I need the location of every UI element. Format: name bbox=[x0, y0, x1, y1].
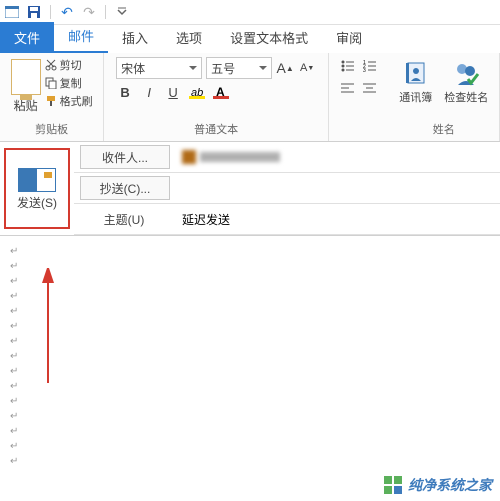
ribbon-tabs: 文件 邮件 插入 选项 设置文本格式 审阅 bbox=[0, 25, 500, 53]
send-label: 发送(S) bbox=[17, 196, 57, 210]
window-icon bbox=[4, 4, 20, 20]
watermark-text: 纯净系统之家 bbox=[408, 475, 492, 495]
cc-button[interactable]: 抄送(C)... bbox=[80, 176, 170, 200]
clipboard-icon bbox=[11, 59, 41, 95]
font-size-select[interactable]: 五号 bbox=[206, 57, 272, 79]
subject-field[interactable] bbox=[180, 208, 494, 230]
group-font: 宋体 五号 A▲ A▼ B I U ab A 普通文本 bbox=[104, 53, 329, 141]
underline-button[interactable]: U bbox=[164, 83, 182, 101]
numbering-button[interactable]: 123 bbox=[361, 57, 379, 75]
cc-field[interactable] bbox=[182, 177, 494, 199]
align-center-button[interactable] bbox=[361, 79, 379, 97]
shrink-font-icon[interactable]: A▼ bbox=[298, 59, 316, 77]
scissors-icon bbox=[45, 59, 57, 71]
bold-button[interactable]: B bbox=[116, 83, 134, 101]
undo-icon[interactable]: ↶ bbox=[59, 4, 75, 20]
group-paragraph-a: 123 bbox=[329, 53, 388, 141]
check-names-button[interactable]: 检查姓名 bbox=[442, 57, 490, 107]
svg-text:3: 3 bbox=[363, 68, 366, 72]
group-names-label: 姓名 bbox=[433, 119, 455, 137]
watermark: 纯净系统之家 bbox=[384, 475, 492, 495]
save-icon[interactable] bbox=[26, 4, 42, 20]
cut-button[interactable]: 剪切 bbox=[45, 57, 93, 73]
address-book-button[interactable]: 通讯簿 bbox=[397, 57, 434, 107]
customize-qat-icon[interactable] bbox=[114, 4, 130, 20]
message-body[interactable]: ↵ ↵ ↵ ↵ ↵ ↵ ↵ ↵ ↵ ↵ ↵ ↵ ↵ ↵ ↵ bbox=[0, 236, 500, 486]
group-names: 通讯簿 检查姓名 姓名 bbox=[388, 53, 500, 141]
address-book-icon bbox=[402, 59, 430, 87]
compose-header: 发送(S) 收件人... 抄送(C)... 主题(U) bbox=[0, 142, 500, 236]
tab-insert[interactable]: 插入 bbox=[108, 22, 162, 53]
grow-font-icon[interactable]: A▲ bbox=[276, 59, 294, 77]
send-button[interactable]: 发送(S) bbox=[4, 148, 70, 229]
check-names-icon bbox=[452, 59, 480, 87]
italic-button[interactable]: I bbox=[140, 83, 158, 101]
group-clipboard-label: 剪贴板 bbox=[35, 119, 68, 137]
ribbon: 粘贴 剪切 复制 格式刷 剪贴板 宋体 五号 A▲ A▼ B I U ab A bbox=[0, 53, 500, 142]
group-clipboard: 粘贴 剪切 复制 格式刷 剪贴板 bbox=[0, 53, 104, 141]
font-family-select[interactable]: 宋体 bbox=[116, 57, 202, 79]
font-color-button[interactable]: A bbox=[212, 83, 230, 101]
paragraph-mark: ↵ bbox=[10, 244, 490, 259]
watermark-logo-icon bbox=[384, 476, 402, 494]
tab-mail[interactable]: 邮件 bbox=[54, 20, 108, 53]
to-button[interactable]: 收件人... bbox=[80, 145, 170, 169]
tab-format[interactable]: 设置文本格式 bbox=[216, 22, 322, 53]
recipient-chip[interactable] bbox=[182, 150, 280, 164]
redo-icon[interactable]: ↷ bbox=[81, 4, 97, 20]
bullets-button[interactable] bbox=[339, 57, 357, 75]
to-field[interactable] bbox=[176, 150, 500, 164]
align-left-button[interactable] bbox=[339, 79, 357, 97]
brush-icon bbox=[45, 95, 57, 107]
format-painter-button[interactable]: 格式刷 bbox=[45, 93, 93, 109]
subject-label: 主题(U) bbox=[80, 211, 168, 228]
tab-review[interactable]: 审阅 bbox=[322, 22, 376, 53]
tab-options[interactable]: 选项 bbox=[162, 22, 216, 53]
copy-icon bbox=[45, 77, 57, 89]
highlight-button[interactable]: ab bbox=[188, 83, 206, 101]
envelope-icon bbox=[18, 168, 56, 192]
tab-file[interactable]: 文件 bbox=[0, 22, 54, 53]
paste-button[interactable]: 粘贴 bbox=[11, 57, 41, 114]
copy-button[interactable]: 复制 bbox=[45, 75, 93, 91]
group-font-label: 普通文本 bbox=[194, 119, 238, 137]
